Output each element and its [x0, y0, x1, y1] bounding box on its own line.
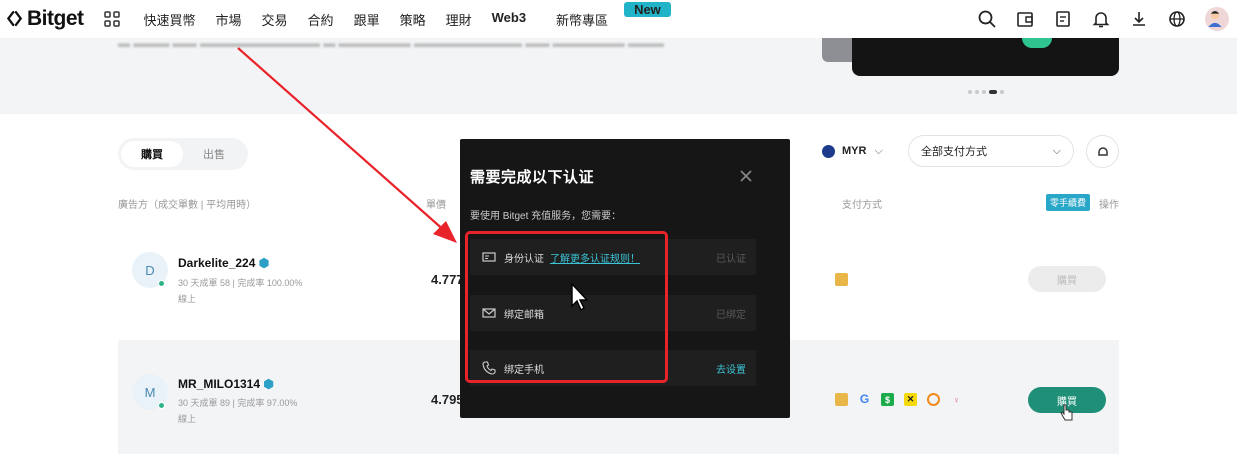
bitget-logo-icon: [6, 10, 23, 27]
close-icon[interactable]: [737, 167, 755, 185]
phone-setup-link[interactable]: 去设置: [716, 361, 746, 376]
unit-price: 4.777: [431, 272, 464, 287]
online-dot: [158, 402, 165, 409]
currency-select[interactable]: MYR ⌵: [812, 135, 898, 167]
apps-grid-icon[interactable]: [103, 11, 120, 27]
wallet-app-icon: [927, 393, 940, 406]
advertiser-name[interactable]: Darkelite_224 ⬢: [178, 256, 269, 270]
menu-web3[interactable]: Web3: [482, 10, 536, 29]
col-advertiser: 廣告方（成交單數 | 平均用時）: [118, 200, 257, 211]
search-icon[interactable]: [977, 9, 997, 29]
payment-app-icon: ♀: [953, 394, 960, 405]
myr-flag-icon: [822, 145, 835, 158]
verified-icon: ⬢: [258, 256, 270, 270]
refresh-button[interactable]: [1086, 135, 1119, 168]
tab-buy[interactable]: 購買: [121, 141, 183, 167]
orders-icon[interactable]: [1053, 9, 1073, 29]
top-nav: Bitget 快速買幣 市場 交易 合約 跟單 策略 理財 Web3 新幣專區 N…: [0, 0, 1237, 38]
identity-status: 已认证: [716, 253, 746, 265]
bell-icon[interactable]: [1091, 9, 1111, 29]
google-pay-icon: G: [859, 391, 870, 406]
bitget-logo[interactable]: Bitget: [6, 7, 84, 31]
advertiser-stats: 30 天成單 58 | 完成率 100.00%: [178, 278, 303, 288]
unit-price: 4.795: [431, 392, 464, 407]
banner-card-front[interactable]: [852, 34, 1119, 76]
menu-quick-buy[interactable]: 快速買幣: [134, 10, 206, 29]
download-icon[interactable]: [1129, 9, 1149, 29]
advertiser-stats: 30 天成單 89 | 完成率 97.00%: [178, 398, 298, 408]
menu-trade[interactable]: 交易: [252, 10, 298, 29]
menu-new-listings[interactable]: 新幣專區 New: [536, 1, 675, 29]
avatar-initial: M: [144, 384, 156, 400]
promo-banner: ▬ ▬▬▬ ▬▬ ▬▬▬▬▬▬▬▬▬▬ ▬ ▬▬▬▬▬▬ ▬▬▬▬▬▬▬▬▬ ▬…: [0, 34, 1237, 114]
cash-icon: $: [881, 393, 894, 406]
avatar-initial: D: [145, 262, 155, 278]
modal-subtitle: 要使用 Bitget 充值服务，您需要：: [470, 211, 622, 222]
bank-card-icon: [835, 273, 848, 286]
online-dot: [158, 280, 165, 287]
chevron-down-icon: ⌵: [874, 144, 883, 157]
advertiser-name-text: Darkelite_224: [178, 256, 256, 270]
chevron-down-icon: ⌵: [1052, 144, 1061, 157]
globe-icon[interactable]: [1167, 9, 1187, 29]
col-action: 操作: [1099, 200, 1119, 211]
currency-value: MYR: [842, 145, 867, 157]
advertiser-name-text: MR_MILO1314: [178, 377, 261, 391]
menu-strategy[interactable]: 策略: [390, 10, 436, 29]
menu-new-listings-label: 新幣專區: [556, 12, 609, 28]
logo-text: Bitget: [27, 7, 84, 30]
hand-cursor-icon: [1060, 404, 1073, 421]
buy-button-disabled[interactable]: 購買: [1028, 266, 1106, 292]
online-status: 線上: [178, 414, 197, 424]
transfer-icon: ✕: [904, 393, 917, 406]
tab-sell[interactable]: 出售: [183, 141, 245, 167]
payment-method-value: 全部支付方式: [921, 146, 987, 158]
banner-blurred-text: ▬ ▬▬▬ ▬▬ ▬▬▬▬▬▬▬▬▬▬ ▬ ▬▬▬▬▬▬ ▬▬▬▬▬▬▬▬▬ ▬…: [118, 36, 665, 50]
advertiser-name[interactable]: MR_MILO1314 ⬢: [178, 377, 274, 391]
bank-card-icon: [835, 393, 848, 406]
buy-sell-tabs: 購買 出售: [118, 138, 248, 170]
refresh-icon: [1097, 146, 1108, 156]
wallet-icon[interactable]: [1015, 9, 1035, 29]
new-badge: New: [624, 1, 671, 17]
online-status: 線上: [178, 294, 197, 304]
menu-copy-trade[interactable]: 跟單: [344, 10, 390, 29]
col-payment: 支付方式: [842, 200, 882, 211]
highlight-box: [465, 231, 668, 383]
menu-futures[interactable]: 合約: [298, 10, 344, 29]
payment-method-select[interactable]: 全部支付方式 ⌵: [908, 135, 1074, 167]
email-status: 已绑定: [716, 309, 746, 321]
col-price: 單價: [426, 200, 446, 211]
modal-title: 需要完成以下认证: [470, 169, 595, 186]
user-avatar-icon: [1208, 11, 1222, 27]
carousel-dots[interactable]: [968, 90, 1004, 94]
menu-market[interactable]: 市場: [206, 10, 252, 29]
user-avatar[interactable]: [1205, 7, 1229, 31]
zero-fee-badge: 零手續費: [1046, 194, 1091, 211]
menu-earn[interactable]: 理財: [436, 10, 482, 29]
mouse-pointer-icon: [571, 282, 589, 312]
verified-icon: ⬢: [263, 377, 274, 391]
